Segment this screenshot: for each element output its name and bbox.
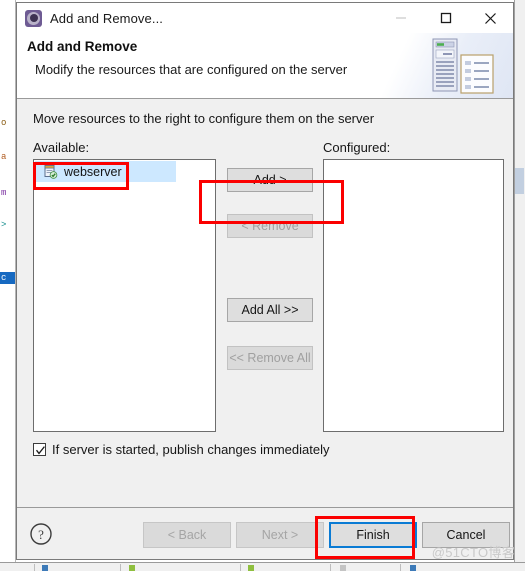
scrollbar-thumb[interactable] [515,168,524,194]
close-icon[interactable] [468,3,513,33]
background-right-scrollbar[interactable] [514,0,525,562]
available-label: Available: [33,140,90,155]
add-and-remove-dialog: Add and Remove... Add and Remove Modify … [16,2,514,560]
configured-list[interactable] [323,159,504,432]
maximize-icon[interactable] [423,3,468,33]
watermark: @51CTO博客 [431,545,515,560]
instruction-text: Move resources to the right to configure… [33,111,375,126]
minimize-icon[interactable] [378,3,423,33]
dialog-titlebar[interactable]: Add and Remove... [17,3,513,33]
background-selected-line: c [0,272,15,284]
dialog-header-banner: Add and Remove Modify the resources that… [17,33,513,99]
banner-subtitle: Modify the resources that are configured… [35,62,348,77]
window-controls [378,3,513,33]
dialog-body: Move resources to the right to configure… [17,99,513,507]
background-taskbar [0,562,525,571]
back-button[interactable]: < Back [143,522,231,548]
server-and-document-illustration [427,37,499,97]
gear-icon [25,9,42,27]
banner-title: Add and Remove [27,39,138,54]
configured-label: Configured: [323,140,391,155]
background-code-line: > [1,220,7,230]
add-all-button[interactable]: Add All >> [227,298,313,322]
publish-checkbox-label: If server is started, publish changes im… [52,442,330,457]
help-icon[interactable]: ? [29,522,53,546]
publish-checkbox[interactable] [33,443,46,456]
add-button[interactable]: Add > [227,168,313,192]
finish-button[interactable]: Finish [329,522,417,548]
background-code-line: o [1,118,7,128]
background-code-line: m [1,188,7,198]
next-button[interactable]: Next > [236,522,324,548]
list-item-webserver[interactable]: webserver [35,161,176,182]
web-project-icon [43,164,58,179]
list-item-label: webserver [64,164,122,179]
dialog-title: Add and Remove... [50,10,163,26]
background-code-line: a [1,152,7,162]
remove-all-button[interactable]: << Remove All [227,346,313,370]
publish-checkbox-row[interactable]: If server is started, publish changes im… [33,442,329,457]
available-list[interactable]: webserver [33,159,216,432]
screen: o a m > c Add and Remove... Add and Remo… [0,0,525,571]
remove-button[interactable]: < Remove [227,214,313,238]
svg-text:?: ? [38,527,44,542]
